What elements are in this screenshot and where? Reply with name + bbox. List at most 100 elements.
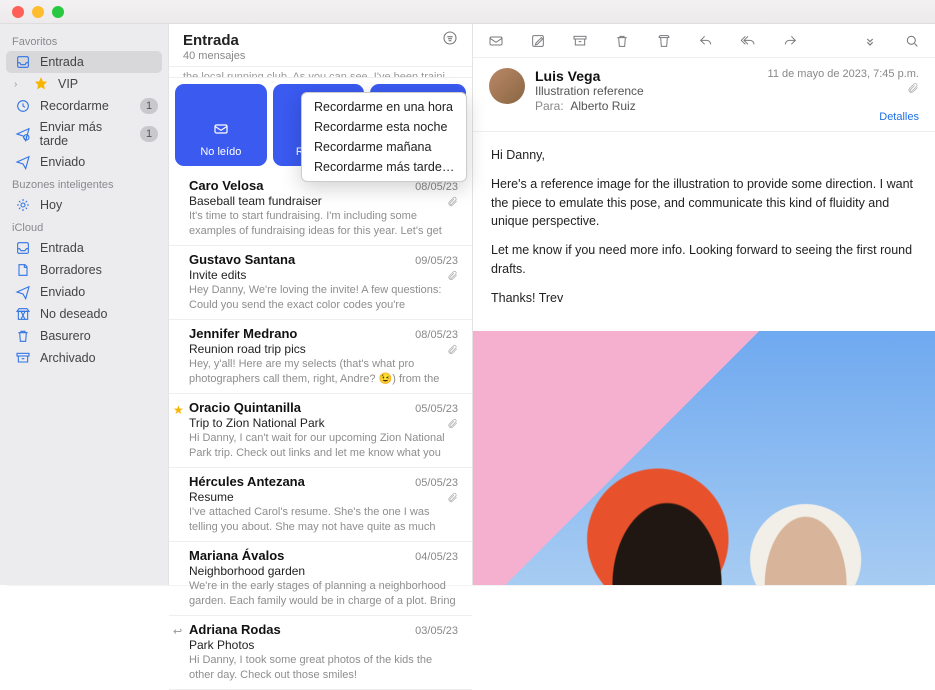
message-subject: Baseball team fundraiser xyxy=(189,194,458,208)
sender-avatar[interactable] xyxy=(489,68,525,104)
sidebar-item-enviar-más-tarde[interactable]: Enviar más tarde1 xyxy=(0,117,168,151)
sidebar-item-hoy[interactable]: Hoy xyxy=(0,194,168,216)
message-row[interactable]: Hércules Antezana05/05/23ResumeI've atta… xyxy=(169,468,472,542)
reader-subject: Illustration reference xyxy=(535,84,758,98)
sidebar-item-label: Enviado xyxy=(40,155,85,169)
reader-body: Hi Danny, Here's a reference image for th… xyxy=(473,132,935,331)
sidebar-item-enviado[interactable]: Enviado xyxy=(0,281,168,303)
sidebar-item-label: Enviar más tarde xyxy=(40,120,132,148)
sidebar-item-archivado[interactable]: Archivado xyxy=(0,347,168,369)
replied-icon: ↩ xyxy=(173,625,182,638)
message-row[interactable]: ↩Adriana Rodas03/05/23Park PhotosHi Dann… xyxy=(169,616,472,690)
archive-icon[interactable] xyxy=(571,32,589,50)
sidebar-item-label: Enviado xyxy=(40,285,85,299)
reader-from: Luis Vega xyxy=(535,68,758,84)
sidebar-item-entrada[interactable]: Entrada xyxy=(6,51,162,73)
to-recipient[interactable]: Alberto Ruiz xyxy=(570,99,635,113)
sidebar-item-borradores[interactable]: Borradores xyxy=(0,259,168,281)
message-row[interactable]: Caro Velosa08/05/23Baseball team fundrai… xyxy=(169,172,472,246)
sidebar-item-label: VIP xyxy=(58,77,78,91)
body-paragraph: Hi Danny, xyxy=(491,146,917,165)
attachment-icon[interactable] xyxy=(768,82,919,97)
zoom-window-button[interactable] xyxy=(52,6,64,18)
trash-icon[interactable] xyxy=(613,32,631,50)
message-subject: Reunion road trip pics xyxy=(189,342,458,356)
sidebar-item-basurero[interactable]: Basurero xyxy=(0,325,168,347)
reader-pane: Luis Vega Illustration reference Para: A… xyxy=(473,24,935,585)
message-preview: Hi Danny, I can't wait for our upcoming … xyxy=(189,431,458,459)
reader-toolbar xyxy=(473,24,935,58)
message-subject: Neighborhood garden xyxy=(189,564,458,578)
compose-icon[interactable] xyxy=(529,32,547,50)
message-date: 05/05/23 xyxy=(415,403,458,415)
message-sender: Gustavo Santana xyxy=(189,252,295,267)
message-preview: Hey Danny, We're loving the invite! A fe… xyxy=(189,283,458,311)
message-row[interactable]: Mariana Ávalos04/05/23Neighborhood garde… xyxy=(169,542,472,616)
mailbox-title: Entrada xyxy=(183,32,239,49)
filter-icon[interactable] xyxy=(442,30,458,50)
sidebar-item-label: Basurero xyxy=(40,329,91,343)
sidebar-section-header: Buzones inteligentes xyxy=(0,173,168,194)
envelope-icon[interactable] xyxy=(487,32,505,50)
draft-icon xyxy=(14,262,32,278)
message-sender: Oracio Quintanilla xyxy=(189,400,301,415)
message-subject: Resume xyxy=(189,490,458,504)
forward-icon[interactable] xyxy=(781,32,799,50)
sent-icon xyxy=(14,154,32,170)
message-sender: Mariana Ávalos xyxy=(189,548,284,563)
message-sender: Hércules Antezana xyxy=(189,474,305,489)
junk-icon[interactable] xyxy=(655,32,673,50)
message-preview: We're in the early stages of planning a … xyxy=(189,579,458,607)
context-menu-item[interactable]: Recordarme mañana xyxy=(302,137,466,157)
sendlater-icon xyxy=(14,126,32,142)
attachment-image[interactable] xyxy=(473,331,935,585)
message-row[interactable]: ★Oracio Quintanilla05/05/23Trip to Zion … xyxy=(169,394,472,468)
minimize-window-button[interactable] xyxy=(32,6,44,18)
reply-icon[interactable] xyxy=(697,32,715,50)
sidebar-item-entrada[interactable]: Entrada xyxy=(0,237,168,259)
sent-icon xyxy=(14,284,32,300)
context-menu-item[interactable]: Recordarme esta noche xyxy=(302,117,466,137)
message-preview: Hi Danny, I took some great photos of th… xyxy=(189,653,458,681)
message-subject: Invite edits xyxy=(189,268,458,282)
reader-to: Para: Alberto Ruiz xyxy=(535,99,758,113)
search-icon[interactable] xyxy=(903,32,921,50)
close-window-button[interactable] xyxy=(12,6,24,18)
remind-context-menu: Recordarme en una horaRecordarme esta no… xyxy=(301,92,467,182)
count-badge: 1 xyxy=(140,98,158,114)
message-sender: Jennifer Medrano xyxy=(189,326,297,341)
reply-all-icon[interactable] xyxy=(739,32,757,50)
chevron-right-icon: › xyxy=(14,79,24,90)
sidebar-item-label: No deseado xyxy=(40,307,107,321)
message-sender: Adriana Rodas xyxy=(189,622,281,637)
reader-header: Luis Vega Illustration reference Para: A… xyxy=(473,58,935,132)
sidebar-section-header: Favoritos xyxy=(0,30,168,51)
sidebar-item-label: Borradores xyxy=(40,263,102,277)
message-row[interactable]: Jennifer Medrano 08/05/23Reunion road tri… xyxy=(169,320,472,394)
attachment-icon xyxy=(447,196,458,210)
sidebar-item-no-deseado[interactable]: No deseado xyxy=(0,303,168,325)
message-date: 03/05/23 xyxy=(415,625,458,637)
flag-icon: ★ xyxy=(173,403,184,417)
message-preview: Hey, y'all! Here are my selects (that's … xyxy=(189,357,458,385)
body-paragraph: Here's a reference image for the illustr… xyxy=(491,175,917,231)
unread-card[interactable]: No leído xyxy=(175,84,267,166)
junk-icon xyxy=(14,306,32,322)
context-menu-item[interactable]: Recordarme en una hora xyxy=(302,97,466,117)
details-link[interactable]: Detalles xyxy=(768,111,919,123)
message-sender: Caro Velosa xyxy=(189,178,263,193)
top-cards-row: No leído Recordar Luis Vega Illustration… xyxy=(169,78,472,172)
archive-icon xyxy=(14,350,32,366)
window-titlebar xyxy=(0,0,935,24)
sidebar-item-vip[interactable]: › VIP xyxy=(0,73,168,95)
sidebar-item-label: Entrada xyxy=(40,55,84,69)
message-date: 08/05/23 xyxy=(415,329,458,341)
message-row[interactable]: Gustavo Santana09/05/23Invite editsHey D… xyxy=(169,246,472,320)
sidebar-item-enviado[interactable]: Enviado xyxy=(0,151,168,173)
more-icon[interactable] xyxy=(861,32,879,50)
context-menu-item[interactable]: Recordarme más tarde… xyxy=(302,157,466,177)
inbox-icon xyxy=(14,240,32,256)
message-preview: It's time to start fundraising. I'm incl… xyxy=(189,209,458,237)
mailbox-sidebar: FavoritosEntrada›VIPRecordarme1Enviar má… xyxy=(0,24,168,585)
sidebar-item-recordarme[interactable]: Recordarme1 xyxy=(0,95,168,117)
